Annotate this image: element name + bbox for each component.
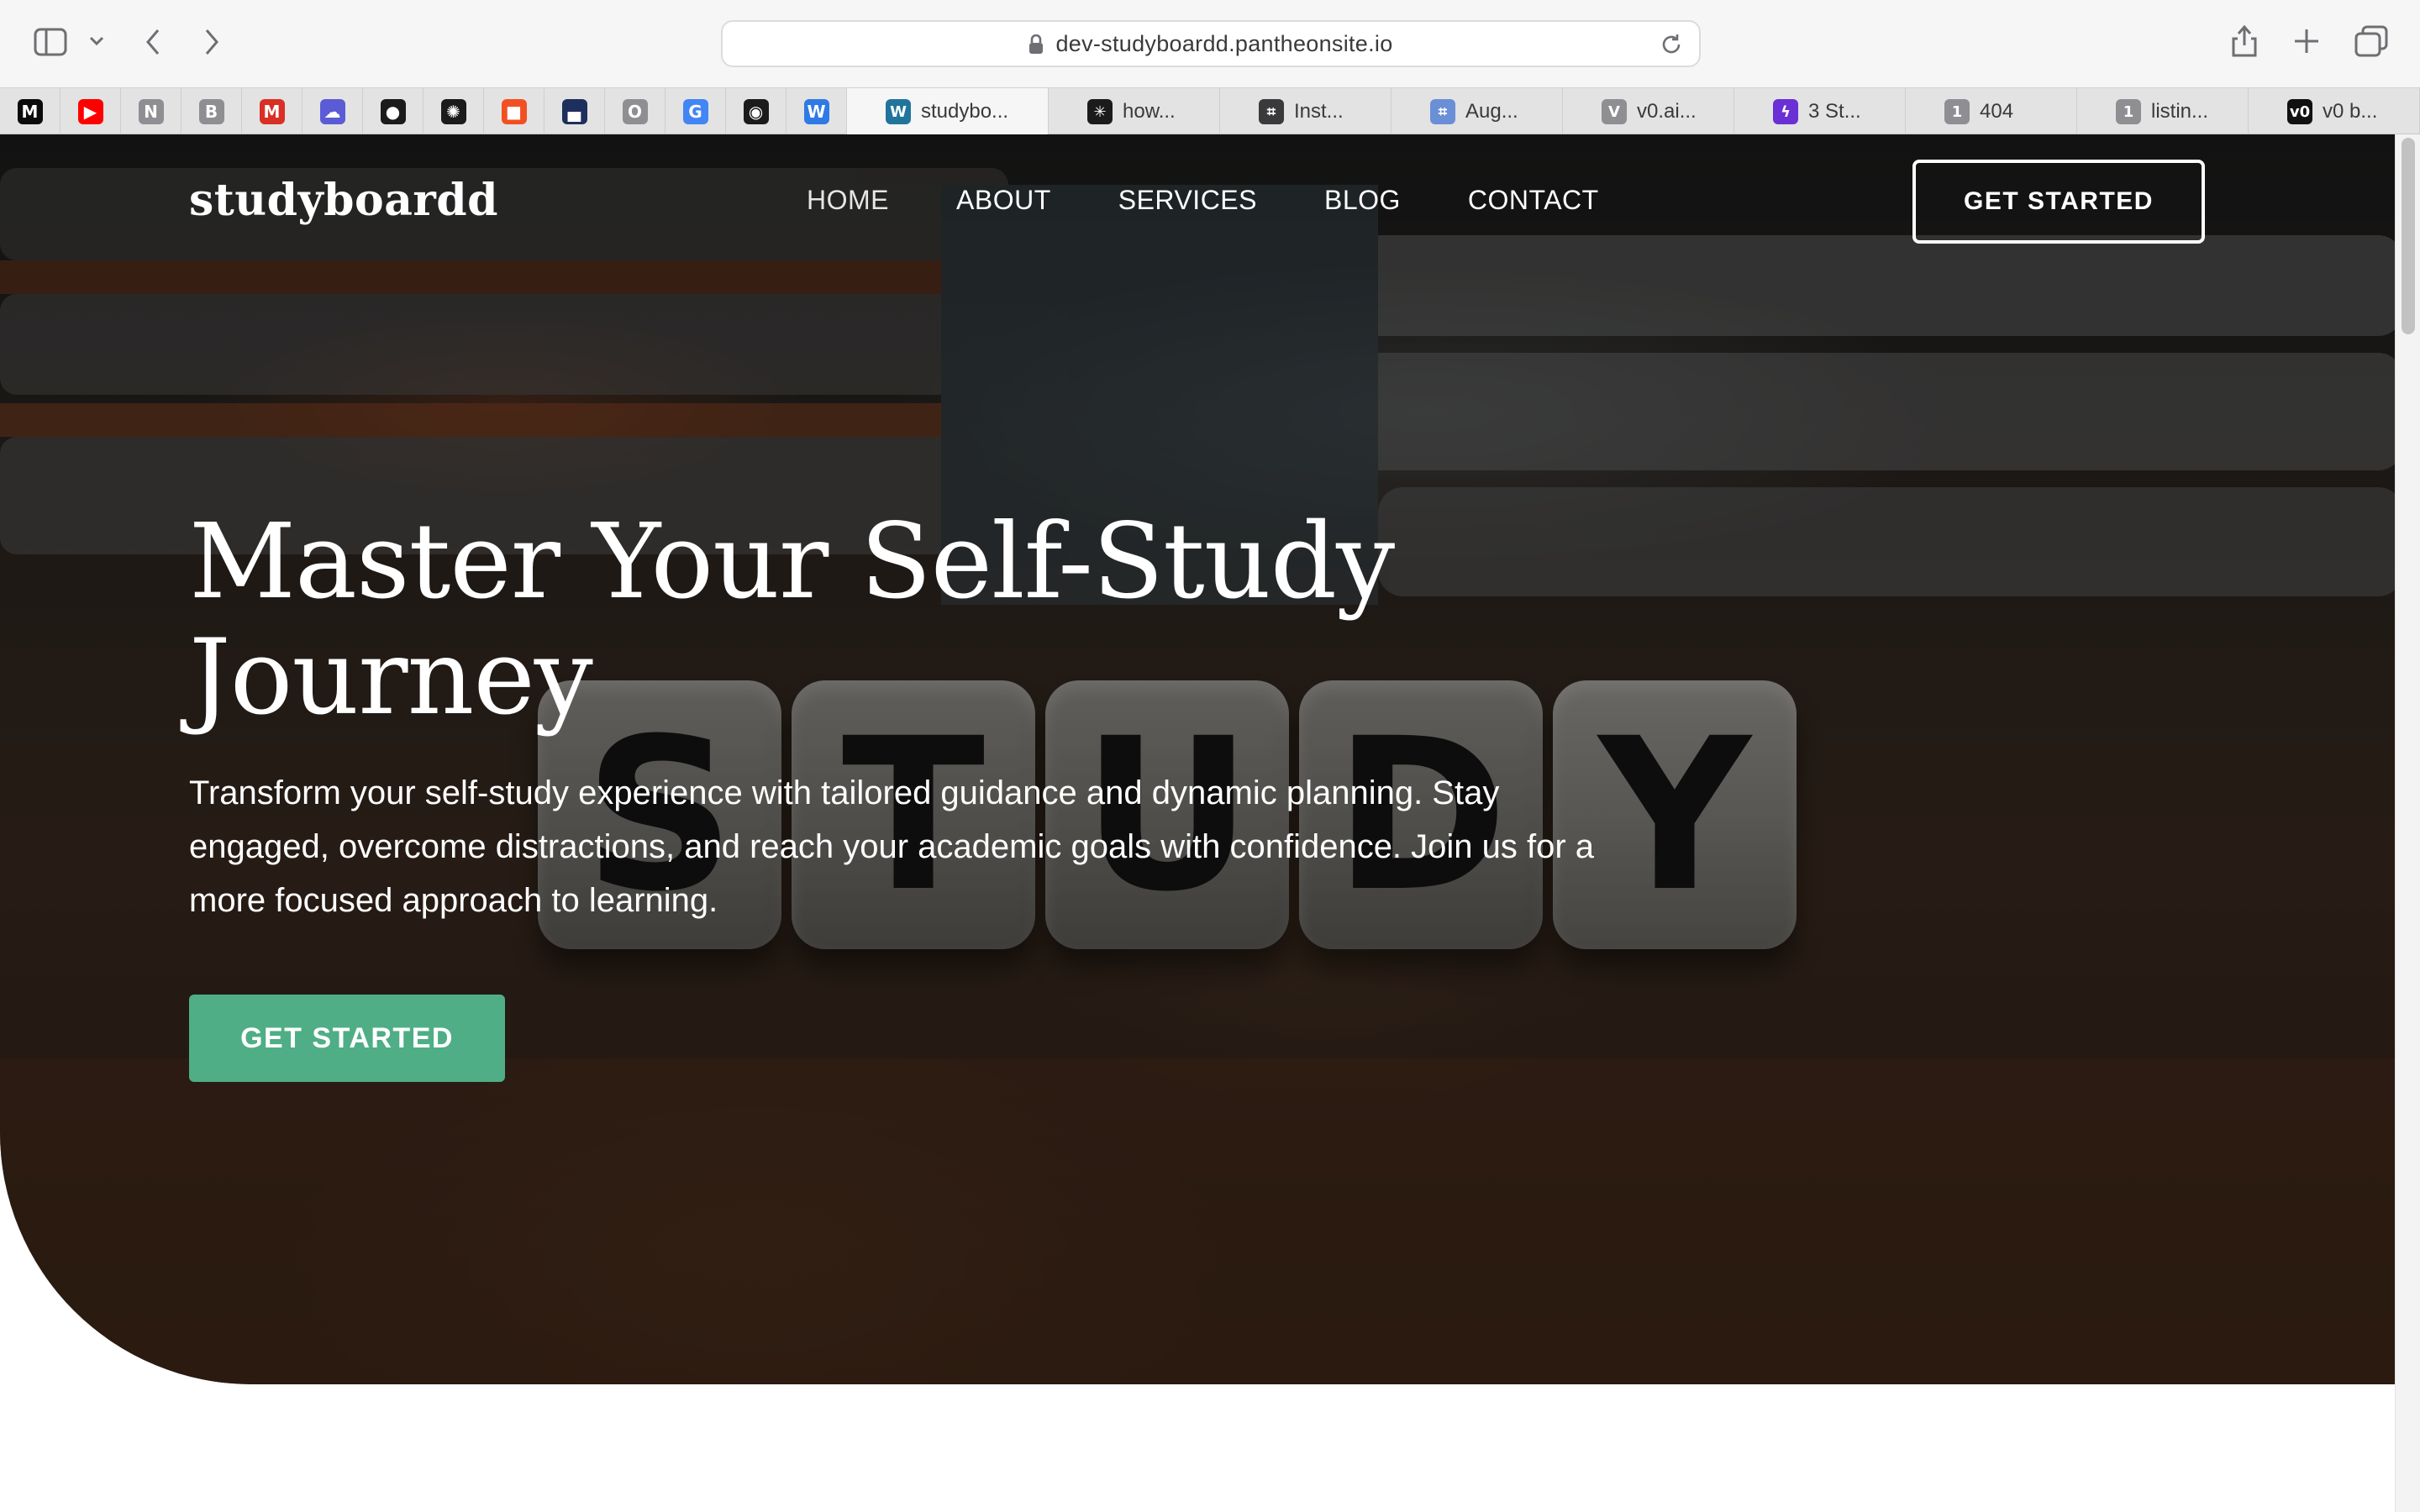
pinned-tab[interactable]: ▄	[544, 88, 605, 135]
tab-label: 3 St...	[1808, 100, 1861, 123]
new-tab-icon[interactable]	[2292, 27, 2321, 55]
browser-tab[interactable]: ϟ 3 St...	[1734, 88, 1906, 135]
tab-label: Aug...	[1465, 100, 1518, 123]
tab-label: v0 b...	[2323, 100, 2378, 123]
one-icon: 1	[1944, 99, 1970, 124]
hero-description: Transform your self-study experience wit…	[189, 774, 1595, 919]
app-icon: ▄	[561, 99, 587, 124]
nav-blog[interactable]: BLOG	[1324, 185, 1401, 216]
o-icon: O	[622, 99, 648, 124]
pinned-tab[interactable]: M	[0, 88, 60, 135]
github-icon: ●	[380, 99, 406, 124]
browser-toolbar: dev-studyboardd.pantheonsite.io	[0, 0, 2420, 87]
pinned-tab[interactable]: W	[786, 88, 847, 135]
pinned-tab[interactable]: O	[605, 88, 666, 135]
address-bar[interactable]: dev-studyboardd.pantheonsite.io	[721, 20, 1701, 67]
pinned-tab[interactable]: M	[242, 88, 302, 135]
nav-home[interactable]: HOME	[807, 185, 889, 216]
medium-icon: M	[17, 99, 43, 124]
v0-icon: v0	[2287, 99, 2312, 124]
chevron-down-icon[interactable]	[87, 34, 106, 49]
tab-overview-icon[interactable]	[2354, 25, 2388, 57]
browser-tab[interactable]: ⌗ Aug...	[1392, 88, 1563, 135]
scrollbar[interactable]	[2395, 134, 2420, 1512]
one-icon: 1	[2116, 99, 2141, 124]
tab-label: Inst...	[1294, 100, 1344, 123]
pinned-tab[interactable]: ☁	[302, 88, 363, 135]
screenshot-icon: ⌗	[1430, 99, 1455, 124]
lightning-icon: ϟ	[1773, 99, 1798, 124]
nav-services[interactable]: SERVICES	[1118, 185, 1257, 216]
hero-overlay	[0, 134, 2395, 1384]
tab-label: 404	[1980, 100, 2014, 123]
tab-label: how...	[1123, 100, 1176, 123]
forward-icon[interactable]	[202, 25, 222, 59]
pinned-tab[interactable]: ●	[363, 88, 424, 135]
youtube-icon: ▶	[77, 99, 103, 124]
wordpress-icon: W	[886, 99, 911, 124]
google-icon: G	[682, 99, 708, 124]
browser-tab[interactable]: 1 listin...	[2077, 88, 2249, 135]
sidebar-toggle-icon[interactable]	[34, 27, 67, 57]
hero-title: Master Your Self-Study Journey	[189, 501, 1395, 738]
hero-get-started-button[interactable]: GET STARTED	[189, 995, 505, 1082]
pinned-tab[interactable]: B	[182, 88, 242, 135]
gmail-icon: M	[259, 99, 285, 124]
tab-label: studybo...	[921, 100, 1009, 123]
w-icon: W	[803, 99, 829, 124]
nav-about[interactable]: ABOUT	[956, 185, 1051, 216]
cloud-icon: ☁	[319, 99, 345, 124]
b-icon: B	[198, 99, 224, 124]
browser-tab[interactable]: ⌗ Inst...	[1220, 88, 1392, 135]
main-nav: HOME ABOUT SERVICES BLOG CONTACT	[807, 185, 1599, 216]
header-get-started-button[interactable]: GET STARTED	[1912, 160, 2205, 244]
v-icon: V	[1602, 99, 1627, 124]
browser-tab[interactable]: Wstudybo...	[847, 88, 1049, 135]
perplexity-icon: ✳	[1087, 99, 1113, 124]
microsoft-icon: ■	[501, 99, 527, 124]
reload-icon[interactable]	[1659, 32, 1684, 61]
url-text: dev-studyboardd.pantheonsite.io	[1055, 30, 1393, 56]
pinned-tab[interactable]: ✺	[424, 88, 484, 135]
back-icon[interactable]	[143, 25, 163, 59]
openai-icon: ✺	[440, 99, 466, 124]
pinned-tab[interactable]: ◉	[726, 88, 786, 135]
pinned-tab[interactable]: G	[666, 88, 726, 135]
browser-tab[interactable]: Vv0.ai...	[1563, 88, 1734, 135]
browser-tab[interactable]: v0 v0 b...	[2249, 88, 2420, 135]
lock-icon	[1028, 34, 1044, 54]
site-logo[interactable]: studyboardd	[189, 175, 498, 226]
tab-label: v0.ai...	[1637, 100, 1697, 123]
screenshot-icon: ⌗	[1259, 99, 1284, 124]
tab-label: listin...	[2151, 100, 2209, 123]
hero-section: STUDY studyboardd HOME ABOUT SERVICES BL…	[0, 134, 2395, 1384]
web-page: STUDY studyboardd HOME ABOUT SERVICES BL…	[0, 134, 2420, 1512]
tab-strip: M ▶ N B M ☁ ● ✺ ■ ▄ O G ◉ W Wstudybo... ✳ how... ⌗ Inst...…	[0, 87, 2420, 135]
browser-tab[interactable]: 1 404	[1906, 88, 2077, 135]
pinned-tab[interactable]: ▶	[60, 88, 121, 135]
circle-icon: ◉	[743, 99, 769, 124]
pinned-tab[interactable]: ■	[484, 88, 544, 135]
share-icon[interactable]	[2230, 24, 2259, 59]
notion-icon: N	[138, 99, 164, 124]
browser-tab[interactable]: ✳ how...	[1049, 88, 1220, 135]
pinned-tab[interactable]: N	[121, 88, 182, 135]
scrollbar-thumb[interactable]	[2402, 138, 2415, 334]
nav-contact[interactable]: CONTACT	[1468, 185, 1599, 216]
